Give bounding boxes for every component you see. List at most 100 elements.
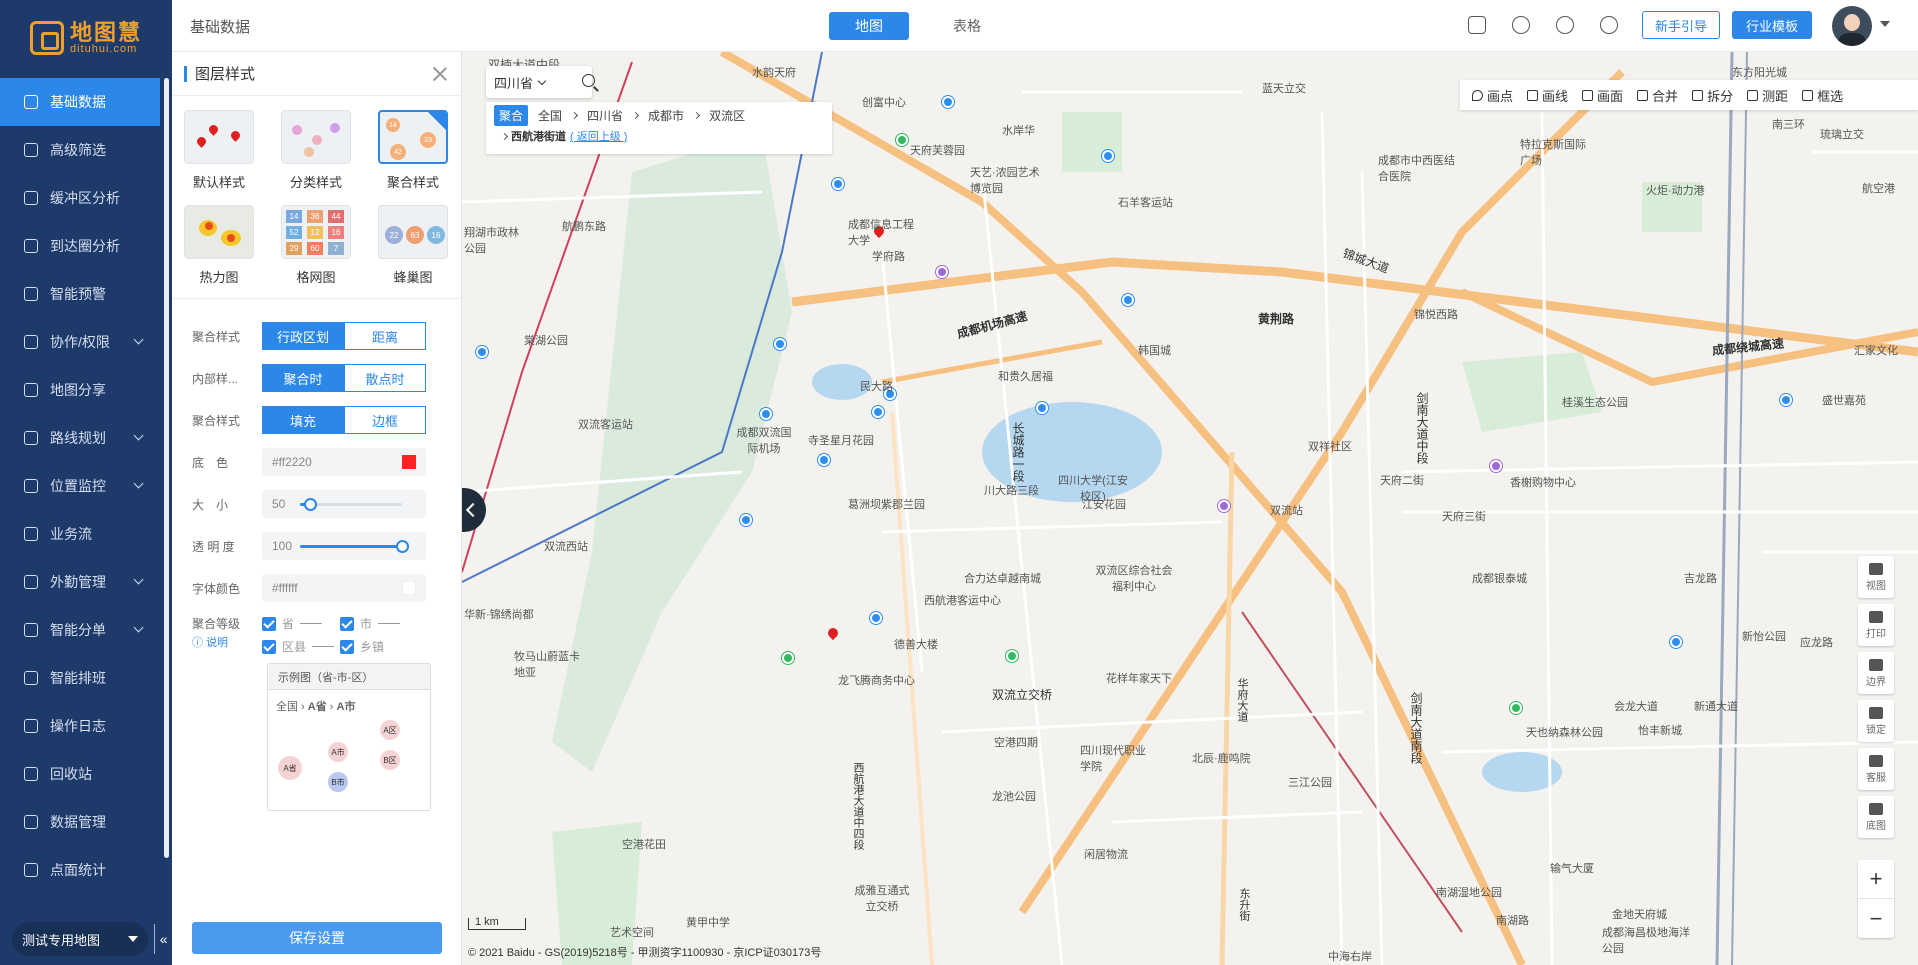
save-settings-button[interactable]: 保存设置 — [192, 922, 442, 954]
slider-handle[interactable] — [396, 540, 409, 553]
view-tool-button[interactable]: 视图 — [1858, 556, 1894, 598]
print-tool-button[interactable]: 打印 — [1858, 604, 1894, 646]
draw-line-button[interactable]: 画线 — [1527, 86, 1568, 105]
share-icon[interactable] — [1600, 16, 1618, 34]
shopping-poi-icon[interactable] — [1218, 500, 1230, 512]
bus-poi-icon[interactable] — [1102, 150, 1114, 162]
lock-tool-button[interactable]: 锁定 — [1858, 700, 1894, 742]
checkbox-checked[interactable] — [262, 639, 276, 654]
level-province[interactable]: 省 — [262, 615, 340, 632]
hotel-poi-icon[interactable] — [774, 338, 786, 350]
industry-template-button[interactable]: 行业模板 — [1732, 11, 1812, 39]
sidebar-item[interactable]: 地图分享 — [0, 366, 160, 414]
sidebar-item[interactable]: 智能预警 — [0, 270, 160, 318]
style-heatmap[interactable]: 热力图 — [184, 205, 254, 286]
zoom-out-button[interactable]: − — [1858, 899, 1894, 938]
font-color-field[interactable]: #ffffff — [262, 574, 426, 602]
style-cluster[interactable]: 14 42 23 聚合样式 — [378, 110, 448, 191]
building-poi-icon[interactable] — [1780, 394, 1792, 406]
style-grid[interactable]: 14 36 44 52 12 16 29 60 7 格网图 — [281, 205, 351, 286]
sidebar-scrollbar[interactable] — [164, 78, 169, 858]
crumb-district[interactable]: 双流区 — [709, 107, 745, 124]
opacity-slider[interactable] — [300, 540, 409, 553]
boundary-tool-button[interactable]: 边界 — [1858, 652, 1894, 694]
sidebar-item[interactable]: 位置监控 — [0, 462, 160, 510]
inner-style-cluster[interactable]: 聚合时 — [262, 364, 344, 392]
checkbox-checked[interactable] — [262, 616, 276, 631]
crumb-province[interactable]: 四川省 — [587, 107, 623, 124]
sidebar-item[interactable]: 路线规划 — [0, 414, 160, 462]
level-town[interactable]: 乡镇 — [340, 638, 418, 655]
slider-handle[interactable] — [304, 498, 318, 511]
style-category[interactable]: 分类样式 — [281, 110, 351, 191]
sidebar-item[interactable]: 外勤管理 — [0, 558, 160, 606]
crumb-city[interactable]: 成都市 — [648, 107, 684, 124]
fill-style-fill[interactable]: 填充 — [262, 406, 344, 434]
fullscreen-icon[interactable] — [1468, 16, 1486, 34]
sidebar-item[interactable]: 业务流 — [0, 510, 160, 558]
province-select[interactable]: 四川省 — [486, 66, 592, 98]
sidebar-item[interactable]: 智能分单 — [0, 606, 160, 654]
help-link[interactable]: ⓘ 说明 — [192, 634, 262, 650]
measure-button[interactable]: 测距 — [1747, 86, 1788, 105]
basemap-tool-button[interactable]: 底图 — [1858, 796, 1894, 838]
building-poi-icon[interactable] — [872, 406, 884, 418]
map-select[interactable]: 测试专用地图 — [12, 922, 149, 956]
avatar-caret-icon[interactable] — [1880, 21, 1890, 27]
support-tool-button[interactable]: 客服 — [1858, 748, 1894, 790]
crumb-national[interactable]: 全国 — [538, 107, 562, 124]
bus-poi-icon[interactable] — [476, 346, 488, 358]
sidebar-item[interactable]: 高级筛选 — [0, 126, 160, 174]
tab-map[interactable]: 地图 — [829, 12, 909, 40]
school-poi-icon[interactable] — [832, 178, 844, 190]
cluster-mode-admin[interactable]: 行政区划 — [262, 322, 344, 350]
sidebar-item[interactable]: 操作日志 — [0, 702, 160, 750]
bg-color-field[interactable]: #ff2220 — [262, 448, 426, 476]
sidebar-item[interactable]: 点面统计 — [0, 846, 160, 894]
size-slider[interactable] — [300, 498, 402, 511]
color-swatch[interactable] — [402, 581, 416, 595]
building-poi-icon[interactable] — [1670, 636, 1682, 648]
sidebar-item[interactable]: 回收站 — [0, 750, 160, 798]
bus-poi-icon[interactable] — [740, 514, 752, 526]
split-button[interactable]: 拆分 — [1692, 86, 1733, 105]
map-canvas[interactable]: 双楠大道中段 水韵天府 创富中心 水岸华 蓝天立交 东方阳光城 南三环 琉璃立交… — [462, 52, 1918, 965]
avatar[interactable] — [1832, 6, 1872, 46]
park-poi-icon[interactable] — [896, 134, 908, 146]
sidebar-item[interactable]: 智能排班 — [0, 654, 160, 702]
building-poi-icon[interactable] — [1122, 294, 1134, 306]
draw-polygon-button[interactable]: 画面 — [1582, 86, 1623, 105]
level-city[interactable]: 市 — [340, 615, 418, 632]
headset-icon[interactable] — [1512, 16, 1530, 34]
shopping-poi-icon[interactable] — [936, 266, 948, 278]
sidebar-item[interactable]: 协作/权限 — [0, 318, 160, 366]
help-icon[interactable] — [1556, 16, 1574, 34]
checkbox-checked[interactable] — [340, 639, 354, 654]
park-poi-icon[interactable] — [782, 652, 794, 664]
draw-point-button[interactable]: 画点 — [1472, 86, 1513, 105]
checkbox-checked[interactable] — [340, 616, 354, 631]
color-swatch[interactable] — [402, 455, 416, 469]
cluster-mode-distance[interactable]: 距离 — [344, 322, 426, 350]
sidebar-item[interactable]: 基础数据 — [0, 78, 160, 126]
sidebar-item[interactable]: 缓冲区分析 — [0, 174, 160, 222]
building-poi-icon[interactable] — [870, 612, 882, 624]
building-poi-icon[interactable] — [760, 408, 772, 420]
style-default[interactable]: 默认样式 — [184, 110, 254, 191]
zoom-in-button[interactable]: + — [1858, 860, 1894, 899]
tab-table[interactable]: 表格 — [927, 12, 1007, 40]
building-poi-icon[interactable] — [818, 454, 830, 466]
bus-poi-icon[interactable] — [1036, 402, 1048, 414]
inner-style-scatter[interactable]: 散点时 — [344, 364, 426, 392]
level-district[interactable]: 区县 — [262, 638, 340, 655]
box-select-button[interactable]: 框选 — [1802, 86, 1843, 105]
back-link[interactable]: ( 返回上级 ) — [570, 128, 627, 144]
sidebar-collapse-button[interactable]: « — [154, 924, 172, 954]
building-poi-icon[interactable] — [942, 96, 954, 108]
shopping-poi-icon[interactable] — [1490, 460, 1502, 472]
search-icon[interactable] — [582, 74, 595, 87]
close-icon[interactable] — [433, 67, 447, 81]
guide-button[interactable]: 新手引导 — [1642, 11, 1720, 39]
style-hexbin[interactable]: 22 63 16 蜂巢图 — [378, 205, 448, 286]
sidebar-item[interactable]: 数据管理 — [0, 798, 160, 846]
